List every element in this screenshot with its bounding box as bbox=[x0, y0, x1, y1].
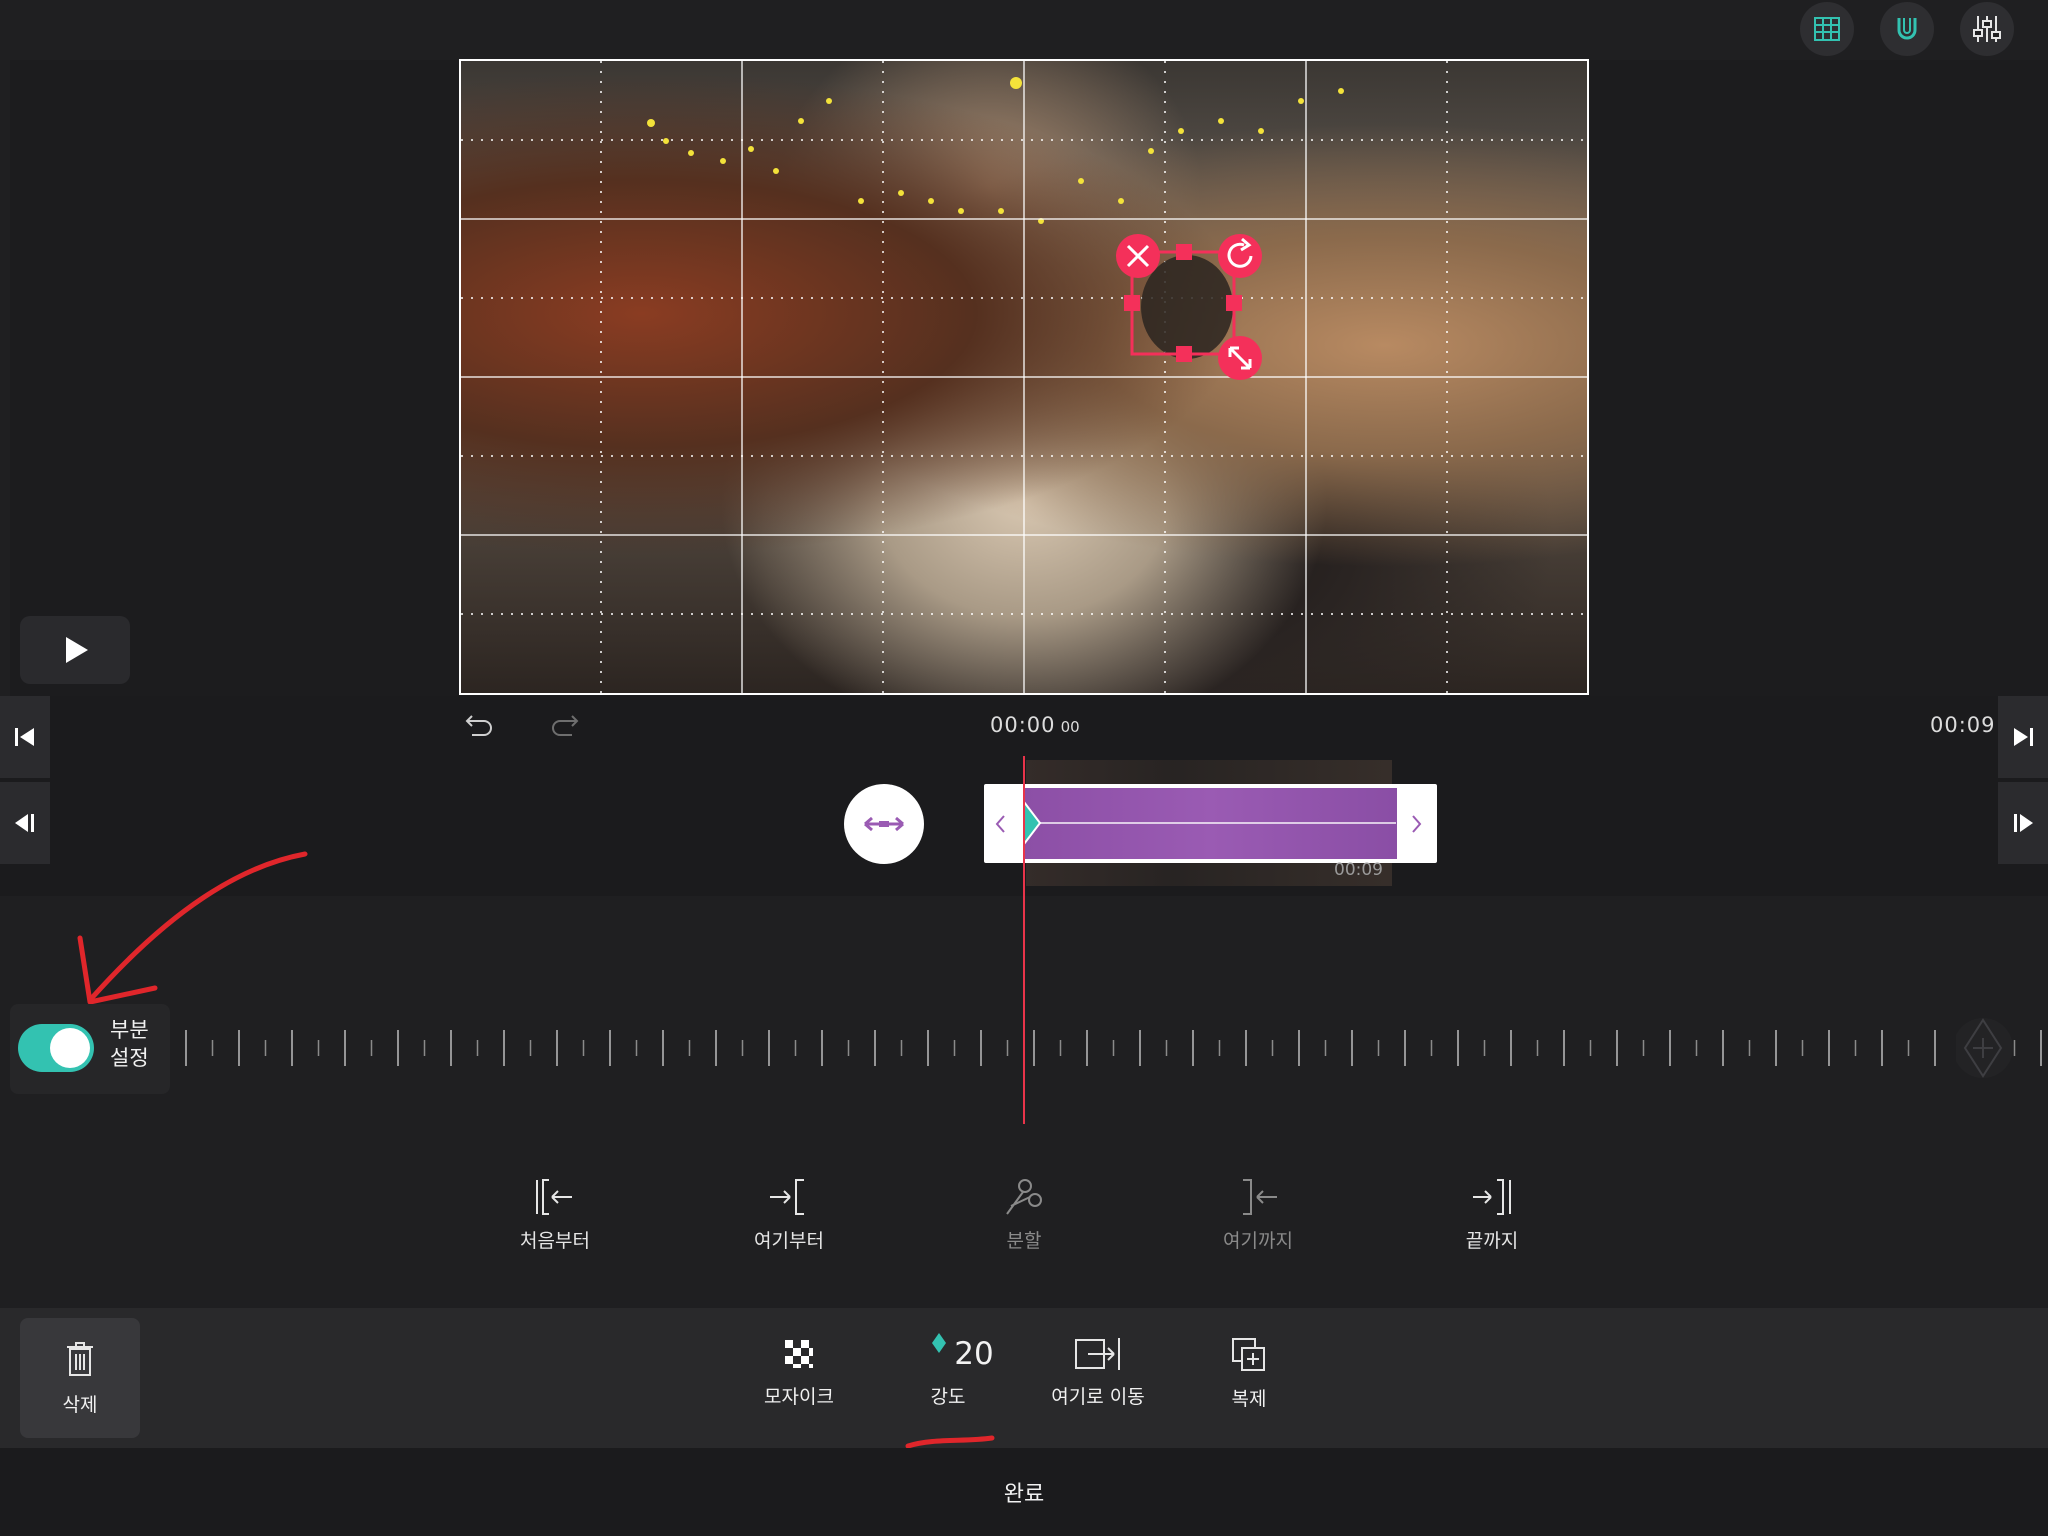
keyframe-icon bbox=[1023, 799, 1042, 847]
from-start-icon bbox=[536, 1179, 572, 1215]
from-here-button[interactable]: 여기부터 bbox=[709, 1176, 869, 1256]
clip-left-handle[interactable] bbox=[991, 812, 1011, 840]
mosaic-selection[interactable] bbox=[1116, 234, 1262, 380]
total-time: 00:09 bbox=[1930, 713, 1996, 737]
horizontal-arrows-icon bbox=[864, 816, 904, 832]
play-button[interactable] bbox=[20, 616, 130, 684]
annotation-arrow bbox=[77, 851, 308, 1005]
chevron-left-icon bbox=[995, 815, 1005, 833]
string-lights bbox=[647, 77, 1344, 224]
grid-toggle-button[interactable] bbox=[1800, 2, 1854, 56]
duplicate-label: 복제 bbox=[1231, 1388, 1267, 1410]
done-label: 완료 bbox=[1003, 1482, 1045, 1507]
toggle-label-line2: 설정 bbox=[110, 1046, 149, 1070]
partial-setting-label: 부분 설정 bbox=[110, 1016, 149, 1072]
top-toolbar bbox=[0, 0, 2048, 60]
clip-duration: 00:09 bbox=[1334, 860, 1383, 880]
to-here-label: 여기까지 bbox=[1223, 1230, 1293, 1252]
jump-end-button[interactable] bbox=[1998, 696, 2048, 778]
playhead[interactable] bbox=[1023, 756, 1025, 1124]
prev-frame-icon bbox=[15, 814, 34, 832]
video-preview[interactable] bbox=[459, 59, 1589, 695]
magnet-icon bbox=[1897, 18, 1917, 40]
delete-label: 삭제 bbox=[62, 1393, 98, 1416]
clip-center-line bbox=[1028, 822, 1396, 824]
duplicate-button[interactable]: 복제 bbox=[1179, 1336, 1319, 1411]
move-here-icon bbox=[1075, 1338, 1120, 1370]
add-keyframe-icon bbox=[1953, 1018, 2013, 1078]
next-frame-icon bbox=[2014, 814, 2033, 832]
redo-icon bbox=[552, 715, 579, 736]
done-button[interactable]: 완료 bbox=[0, 1448, 2048, 1536]
split-label: 분할 bbox=[1006, 1230, 1042, 1252]
strength-button[interactable]: 20 강도 bbox=[878, 1333, 1018, 1409]
jump-start-button[interactable] bbox=[0, 696, 50, 778]
split-button[interactable]: 분할 bbox=[944, 1176, 1104, 1256]
from-start-button[interactable]: 처음부터 bbox=[475, 1176, 635, 1256]
play-icon bbox=[66, 637, 88, 663]
toggle-label-line1: 부분 bbox=[110, 1018, 149, 1042]
to-end-button[interactable]: 끝까지 bbox=[1412, 1176, 1572, 1256]
rotate-icon bbox=[1218, 234, 1262, 278]
grid-icon bbox=[1814, 17, 1840, 41]
skip-to-start-icon bbox=[15, 728, 34, 746]
current-time: 00:00 bbox=[990, 713, 1056, 737]
scissors-icon bbox=[1006, 1179, 1042, 1215]
strength-label: 강도 bbox=[930, 1386, 966, 1408]
to-end-icon bbox=[1473, 1179, 1511, 1215]
add-keyframe-button[interactable] bbox=[1953, 1016, 2026, 1084]
settings-sliders-button[interactable] bbox=[1960, 2, 2014, 56]
delete-button[interactable]: 삭제 bbox=[20, 1318, 140, 1438]
undo-button[interactable] bbox=[464, 712, 496, 744]
next-frame-button[interactable] bbox=[1998, 782, 2048, 864]
expand-clip-button[interactable] bbox=[844, 784, 924, 864]
mosaic-button[interactable]: 모자이크 bbox=[729, 1336, 869, 1409]
from-start-label: 처음부터 bbox=[520, 1230, 590, 1252]
keyframe-diamond-icon bbox=[932, 1333, 947, 1353]
keyframe-ruler[interactable] bbox=[178, 1024, 2048, 1072]
move-here-button[interactable]: 여기로 이동 bbox=[1028, 1336, 1168, 1409]
toggle-knob bbox=[50, 1028, 90, 1068]
mosaic-icon bbox=[785, 1340, 813, 1368]
to-end-label: 끝까지 bbox=[1465, 1230, 1519, 1252]
prev-frame-button[interactable] bbox=[0, 782, 50, 864]
magnet-toggle-button[interactable] bbox=[1880, 2, 1934, 56]
from-here-icon bbox=[770, 1179, 804, 1215]
to-here-button[interactable]: 여기까지 bbox=[1178, 1176, 1338, 1256]
duplicate-icon bbox=[1232, 1338, 1265, 1371]
mosaic-label: 모자이크 bbox=[764, 1386, 834, 1408]
trash-icon bbox=[67, 1341, 93, 1376]
from-here-label: 여기부터 bbox=[754, 1230, 824, 1252]
redo-button[interactable] bbox=[548, 712, 580, 744]
clip-right-handle[interactable] bbox=[1406, 812, 1426, 840]
close-icon bbox=[1116, 234, 1160, 278]
current-frame: 00 bbox=[1060, 718, 1080, 736]
skip-to-end-icon bbox=[2014, 728, 2033, 746]
grid-overlay bbox=[461, 61, 1587, 693]
to-here-icon bbox=[1243, 1179, 1277, 1215]
undo-icon bbox=[465, 715, 492, 736]
current-time-display: 00:00 00 bbox=[990, 713, 1080, 737]
move-here-label: 여기로 이동 bbox=[1051, 1386, 1145, 1408]
clip-keyframe-marker[interactable] bbox=[1022, 792, 1046, 858]
chevron-right-icon bbox=[1412, 815, 1422, 833]
sliders-icon bbox=[1973, 16, 2001, 42]
resize-icon bbox=[1218, 336, 1262, 380]
bottom-toolbar bbox=[0, 1308, 2048, 1448]
